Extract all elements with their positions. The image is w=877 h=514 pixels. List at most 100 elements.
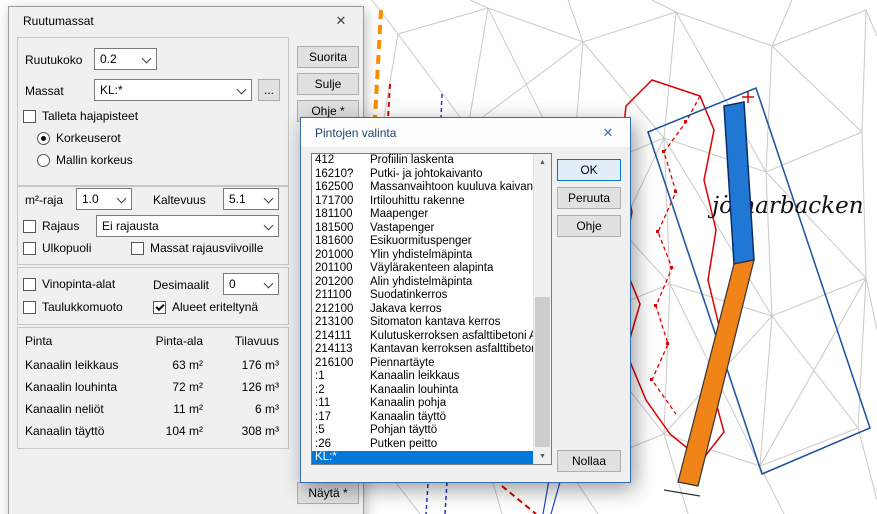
pintojen-valinta-titlebar[interactable]: Pintojen valinta ✕ [301,118,630,148]
item-code: 16210? [315,168,370,182]
item-code: :2 [315,384,370,398]
scrollbar-thumb[interactable] [535,297,550,447]
item-code: 162500 [315,181,370,195]
item-label: Pohjan täyttö [370,424,534,438]
item-code: 181600 [315,235,370,249]
item-label: Suodatinkerros [370,289,534,303]
list-item[interactable]: 181600Esikuormituspenger [312,235,534,249]
kaltevuus-combobox[interactable]: 5.1 [223,188,279,210]
list-item-selected[interactable]: KL:* [312,451,534,465]
item-code: 181500 [315,222,370,236]
ulkopuoli-checkbox[interactable]: Ulkopuoli [23,241,91,255]
item-code: 201100 [315,262,370,276]
ruutumassat-titlebar[interactable]: Ruutumassat ✕ [9,7,363,34]
item-label: Sitomaton kantava kerros [370,316,534,330]
sulje-button[interactable]: Sulje [297,73,359,95]
taulukkomuoto-checkbox[interactable]: Taulukkomuoto [23,300,123,314]
checkbox-box [23,278,36,291]
massat-value: KL:* [100,83,123,97]
kaltevuus-label: Kaltevuus [153,193,206,207]
vinopinta-alat-checkbox[interactable]: Vinopinta-alat [23,277,115,291]
korkeuserot-radio[interactable]: Korkeuserot [37,131,121,145]
list-item[interactable]: 216100Piennartäyte [312,357,534,371]
alueet-eriteltyna-checkbox[interactable]: Alueet eriteltynä [153,300,258,314]
row-area: 63 m² [141,358,203,372]
ulkopuoli-label: Ulkopuoli [42,241,91,255]
item-code: 214113 [315,343,370,357]
item-label: Esikuormituspenger [370,235,534,249]
list-item[interactable]: :5Pohjan täyttö [312,424,534,438]
row-volume: 6 m³ [203,402,279,416]
item-code: 201000 [315,249,370,263]
nollaa-button[interactable]: Nollaa [557,450,621,472]
list-item[interactable]: 201100Väylärakenteen alapinta [312,262,534,276]
checkbox-box [23,301,36,314]
checkbox-box [153,301,166,314]
ruutukoko-combobox[interactable]: 0.2 [94,48,157,70]
scroll-up-icon[interactable]: ▲ [534,154,551,170]
browse-button[interactable]: ... [258,79,280,101]
alueet-label: Alueet eriteltynä [172,300,258,314]
checkbox-box [23,242,36,255]
list-item[interactable]: :17Kanaalin täyttö [312,411,534,425]
mallin-korkeus-radio[interactable]: Mallin korkeus [37,153,133,167]
pintojen-valinta-dialog: Pintojen valinta ✕ 412Profiilin laskenta… [300,117,631,483]
list-item[interactable]: 171700Irtilouhittu rakenne [312,195,534,209]
list-item[interactable]: 181100Maapenger [312,208,534,222]
rajaus-combobox[interactable]: Ei rajausta [96,215,279,237]
ruutukoko-label: Ruutukoko [25,53,82,67]
massat-combobox[interactable]: KL:* [94,79,252,101]
item-code: :26 [315,438,370,452]
item-code: KL:* [315,451,370,465]
list-item[interactable]: :11Kanaalin pohja [312,397,534,411]
list-item[interactable]: 201000Ylin yhdistelmäpinta [312,249,534,263]
close-icon[interactable]: ✕ [592,118,624,147]
list-item[interactable]: 162500Massanvaihtoon kuuluva kaivanto [312,181,534,195]
item-label: Kanaalin louhinta [370,384,534,398]
surface-list[interactable]: 412Profiilin laskenta 16210?Putki- ja jo… [311,153,552,465]
talleta-hajapisteet-checkbox[interactable]: Talleta hajapisteet [23,109,138,123]
item-code: 211100 [315,289,370,303]
header-pinta-ala: Pinta-ala [141,334,203,348]
list-item[interactable]: 201200Alin yhdistelmäpinta [312,276,534,290]
close-icon[interactable]: ✕ [325,7,357,34]
list-item[interactable]: :2Kanaalin louhinta [312,384,534,398]
ohje-button[interactable]: Ohje [557,215,621,237]
list-item[interactable]: :1Kanaalin leikkaus [312,370,534,384]
checkbox-box [23,220,36,233]
item-label: Massanvaihtoon kuuluva kaivanto [370,181,534,195]
desimaalit-label: Desimaalit [153,278,209,292]
suorita-button[interactable]: Suorita [297,46,359,68]
list-item[interactable]: 212100Jakava kerros [312,303,534,317]
m2raja-value: 1.0 [82,192,99,206]
massat-rajausviivoille-checkbox[interactable]: Massat rajausviivoille [131,241,263,255]
blue-dashed-line-bottom [426,482,447,514]
list-scrollbar[interactable]: ▲ ▼ [533,154,551,464]
row-volume: 308 m³ [203,424,279,438]
red-dashed-line-bottom [502,486,536,514]
list-item[interactable]: 214111Kulutuskerroksen asfalttibetoni AB [312,330,534,344]
m2raja-combobox[interactable]: 1.0 [76,188,132,210]
rajaus-value: Ei rajausta [102,219,159,233]
nayta-button[interactable]: Näytä * [297,482,359,504]
list-item[interactable]: 214113Kantavan kerroksen asfalttibetoni [312,343,534,357]
list-item[interactable]: 211100Suodatinkerros [312,289,534,303]
row-area: 72 m² [141,380,203,394]
row-name: Kanaalin neliöt [25,402,141,416]
desimaalit-combobox[interactable]: 0 [223,273,279,295]
list-item[interactable]: 16210?Putki- ja johtokaivanto [312,168,534,182]
peruuta-button[interactable]: Peruuta [557,187,621,209]
table-row: Kanaalin leikkaus 63 m² 176 m³ [25,357,279,373]
rajaus-label: Rajaus [42,219,79,233]
rajaus-checkbox[interactable]: Rajaus [23,219,79,233]
list-item[interactable]: 181500Vastapenger [312,222,534,236]
ok-button[interactable]: OK [557,159,621,181]
list-item[interactable]: 213100Sitomaton kantava kerros [312,316,534,330]
list-item[interactable]: :26Putken peitto [312,438,534,452]
list-item[interactable]: 412Profiilin laskenta [312,154,534,168]
row-name: Kanaalin louhinta [25,380,141,394]
row-volume: 176 m³ [203,358,279,372]
mallin-korkeus-label: Mallin korkeus [56,153,133,167]
orange-dashed-line [375,10,381,118]
scroll-down-icon[interactable]: ▼ [534,448,551,464]
